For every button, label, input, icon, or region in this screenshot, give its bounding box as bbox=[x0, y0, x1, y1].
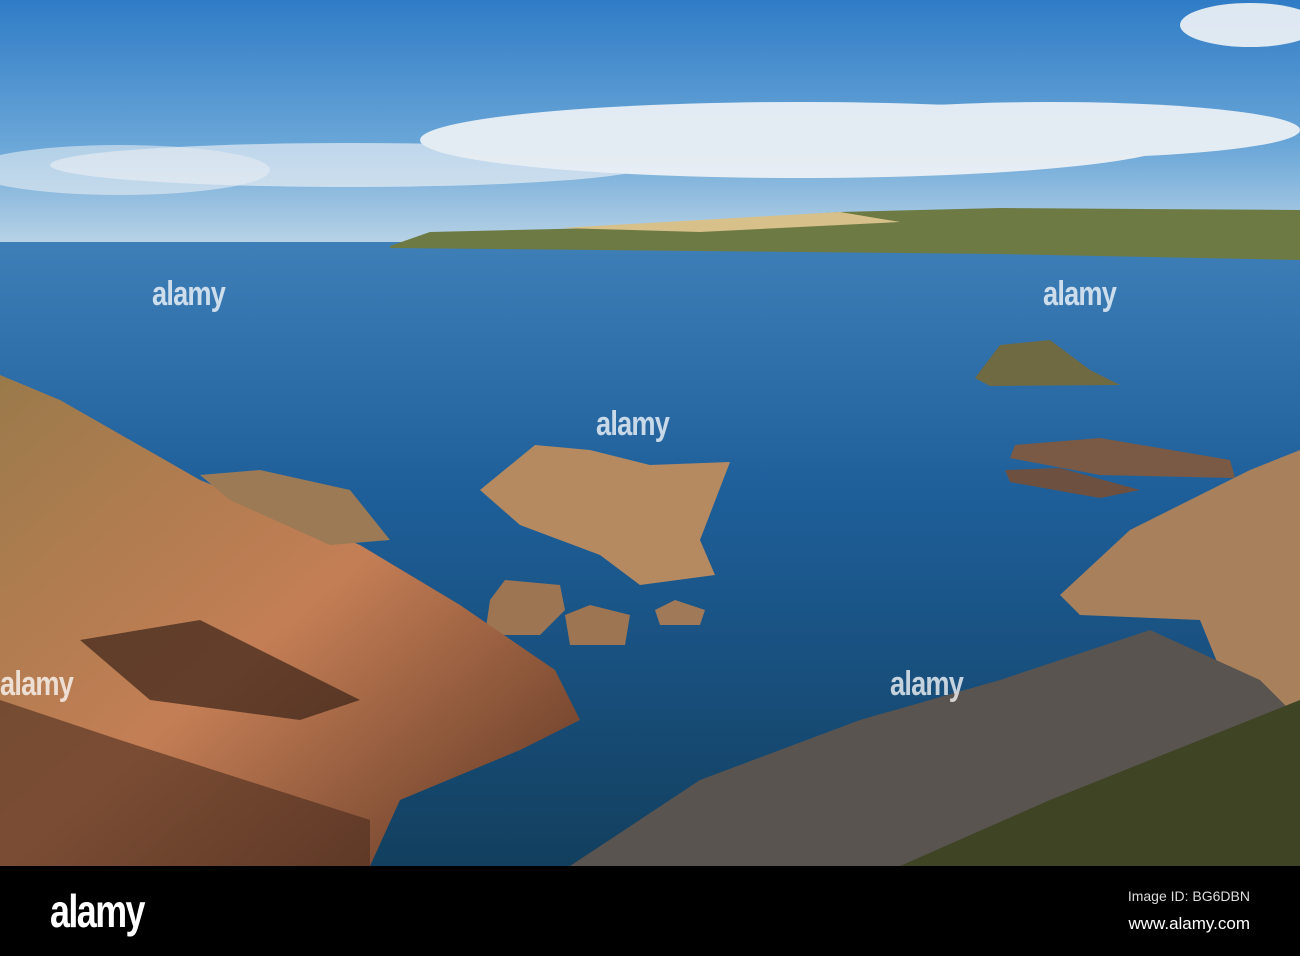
image-id: Image ID: BG6DBN bbox=[1127, 888, 1250, 904]
watermark: alamy bbox=[0, 665, 74, 703]
watermark: alamy bbox=[596, 405, 670, 443]
watermark: alamy bbox=[890, 665, 964, 703]
watermark: alamy bbox=[1043, 275, 1117, 313]
footer-bar: alamy Image ID: BG6DBN www.alamy.com bbox=[0, 866, 1300, 956]
watermark: alamy bbox=[152, 275, 226, 313]
alamy-logo: alamy bbox=[50, 885, 146, 937]
website-link: www.alamy.com bbox=[1128, 914, 1250, 933]
